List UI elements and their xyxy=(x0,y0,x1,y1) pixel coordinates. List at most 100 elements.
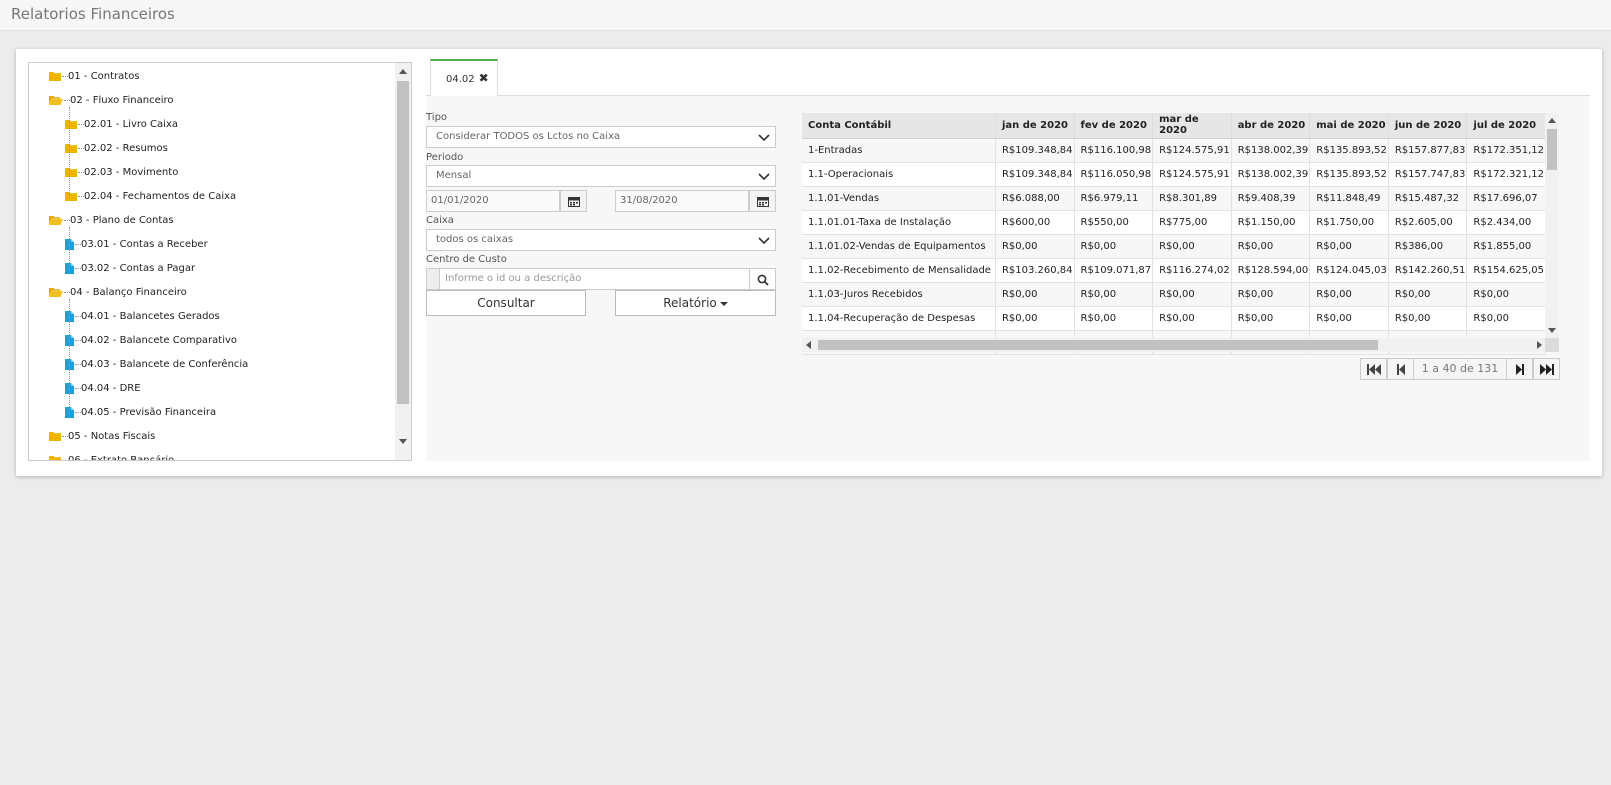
search-button[interactable] xyxy=(749,268,776,290)
tree-item[interactable]: 04.03 - Balancete de Conferência xyxy=(65,355,248,375)
scroll-right-arrow-icon[interactable] xyxy=(1537,341,1542,349)
column-header[interactable]: mar de 2020 xyxy=(1152,113,1232,139)
first-page-button[interactable] xyxy=(1360,358,1387,380)
tree-guide-line xyxy=(69,227,70,269)
table-row[interactable]: 1.1.04-Recuperação de Despesas R$0,00 R$0,… xyxy=(802,306,1546,331)
table-row[interactable]: 1.1.01.01-Taxa de Instalação R$600,00 R$55… xyxy=(802,210,1546,235)
folder-open-icon xyxy=(49,95,63,105)
date-end-input[interactable]: 31/08/2020 xyxy=(615,190,749,212)
caixa-value: todos os caixas xyxy=(436,234,514,245)
value-cell: R$0,00 xyxy=(1388,306,1468,331)
value-cell: R$9.408,39 xyxy=(1231,186,1311,211)
next-page-button[interactable] xyxy=(1506,358,1533,380)
tree-item[interactable]: 02 - Fluxo Financeiro xyxy=(49,91,174,111)
folder-closed-icon xyxy=(65,167,77,177)
prev-page-icon xyxy=(1397,364,1405,375)
periodo-select[interactable]: Mensal xyxy=(426,165,776,187)
tree-item[interactable]: 01 - Contratos xyxy=(49,67,140,87)
grid-vertical-scrollbar[interactable] xyxy=(1545,113,1559,339)
scroll-up-arrow-icon[interactable] xyxy=(1548,118,1556,123)
centro-custo-input[interactable]: Informe o id ou a descrição xyxy=(439,268,750,290)
last-page-button[interactable] xyxy=(1533,358,1560,380)
table-row[interactable]: 1.1.01-Vendas R$6.088,00 R$6.979,11 R$8.301… xyxy=(802,186,1546,211)
column-header[interactable]: mai de 2020 xyxy=(1309,113,1389,139)
tab-bar: 04.02 ✖ xyxy=(426,59,1590,96)
date-start-calendar-button[interactable] xyxy=(560,190,587,212)
value-cell: R$0,00 xyxy=(995,306,1075,331)
tree-item[interactable]: 04.04 - DRE xyxy=(65,379,141,399)
tree-item-label: 02.04 - Fechamentos de Caixa xyxy=(84,191,237,202)
column-header[interactable]: jul de 2020 xyxy=(1466,113,1546,139)
tree-item[interactable]: 04.02 - Balancete Comparativo xyxy=(65,331,237,351)
tree-item[interactable]: 05 - Notas Fiscais xyxy=(49,427,155,447)
tree-item[interactable]: 02.02 - Resumos xyxy=(65,139,168,159)
value-cell: R$0,00 xyxy=(1309,234,1389,259)
value-cell: R$124.575,91 xyxy=(1152,138,1232,163)
value-cell: R$154.625,05 xyxy=(1466,258,1546,283)
value-cell: R$386,00 xyxy=(1388,234,1468,259)
value-cell: R$138.002,39 xyxy=(1231,162,1311,187)
tree-item[interactable]: 02.04 - Fechamentos de Caixa xyxy=(65,187,236,207)
grid-hscroll-thumb[interactable] xyxy=(818,340,1378,350)
value-cell: R$135.893,52 xyxy=(1309,138,1389,163)
caixa-select[interactable]: todos os caixas xyxy=(426,229,776,251)
periodo-label: Periodo xyxy=(426,152,464,163)
scroll-down-arrow-icon[interactable] xyxy=(1548,328,1556,333)
scroll-left-arrow-icon[interactable] xyxy=(806,341,811,349)
column-header[interactable]: jun de 2020 xyxy=(1388,113,1468,139)
tree-item-label: 04.01 - Balancetes Gerados xyxy=(81,311,220,322)
tree-item[interactable]: 04.05 - Previsão Financeira xyxy=(65,403,216,423)
value-cell: R$1.855,00 xyxy=(1466,234,1546,259)
date-end-calendar-button[interactable] xyxy=(749,190,776,212)
value-cell: R$116.050,98 xyxy=(1074,162,1154,187)
column-header[interactable]: fev de 2020 xyxy=(1074,113,1154,139)
date-start-input[interactable]: 01/01/2020 xyxy=(426,190,560,212)
tree-item[interactable]: 02.01 - Livro Caixa xyxy=(65,115,178,135)
value-cell: R$157.747,83 xyxy=(1388,162,1468,187)
table-row[interactable]: 1.1.03-Juros Recebidos R$0,00 R$0,00 R$0,00… xyxy=(802,282,1546,307)
close-icon[interactable]: ✖ xyxy=(479,71,489,85)
tab-content: Tipo Considerar TODOS os Lctos no Caixa … xyxy=(426,96,1590,461)
table-row[interactable]: 1-Entradas R$109.348,84 R$116.100,98 R$124.… xyxy=(802,138,1546,163)
tipo-select[interactable]: Considerar TODOS os Lctos no Caixa xyxy=(426,126,776,148)
value-cell: R$142.260,51 xyxy=(1388,258,1468,283)
prev-page-button[interactable] xyxy=(1387,358,1414,380)
tree-scrollbar[interactable] xyxy=(395,63,411,460)
grid-horizontal-scrollbar[interactable] xyxy=(802,338,1546,352)
scroll-down-arrow-icon[interactable] xyxy=(399,439,407,444)
relatorio-dropdown-button[interactable]: Relatório xyxy=(615,290,776,316)
tree-item[interactable]: 03.01 - Contas a Receber xyxy=(65,235,208,255)
column-header[interactable]: abr de 2020 xyxy=(1231,113,1311,139)
value-cell: R$775,00 xyxy=(1152,210,1232,235)
tree-item[interactable]: 03 - Plano de Contas xyxy=(49,211,174,231)
search-icon xyxy=(757,274,769,286)
grid-vscroll-thumb[interactable] xyxy=(1547,129,1557,170)
tree-item[interactable]: 03.02 - Contas a Pagar xyxy=(65,259,195,279)
scroll-up-arrow-icon[interactable] xyxy=(399,69,407,74)
tree-item-label: 02.03 - Movimento xyxy=(84,167,179,178)
page-title: Relatorios Financeiros xyxy=(11,5,175,23)
table-row[interactable]: 1.1.01.02-Vendas de Equipamentos R$0,00 R$… xyxy=(802,234,1546,259)
chevron-down-icon xyxy=(758,134,770,142)
report-table: Conta Contábil jan de 2020 fev de 2020 mar … xyxy=(802,113,1546,355)
tree-item-label: 04.03 - Balancete de Conferência xyxy=(81,359,249,370)
tab-0402[interactable]: 04.02 ✖ xyxy=(430,59,498,96)
account-cell: 1.1.01.01-Taxa de Instalação xyxy=(802,210,996,235)
tree-scroll-thumb[interactable] xyxy=(397,81,409,404)
table-row[interactable]: 1.1.02-Recebimento de Mensalidade R$103.2… xyxy=(802,258,1546,283)
folder-closed-icon xyxy=(49,431,61,441)
tree-item-label: 02.02 - Resumos xyxy=(84,143,168,154)
table-row[interactable]: 1.1-Operacionais R$109.348,84 R$116.050,98… xyxy=(802,162,1546,187)
account-cell: 1.1.02-Recebimento de Mensalidade xyxy=(802,258,996,283)
chevron-down-icon xyxy=(758,237,770,245)
column-header[interactable]: Conta Contábil xyxy=(802,113,996,139)
account-cell: 1.1.01.02-Vendas de Equipamentos xyxy=(802,234,996,259)
tree-item[interactable]: 02.03 - Movimento xyxy=(65,163,178,183)
value-cell: R$172.351,12 xyxy=(1466,138,1546,163)
consultar-button[interactable]: Consultar xyxy=(426,290,586,316)
tree-item[interactable]: 04.01 - Balancetes Gerados xyxy=(65,307,220,327)
tree-item[interactable]: 06 - Extrato Bancário xyxy=(49,451,174,460)
value-cell: R$2.434,00 xyxy=(1466,210,1546,235)
column-header[interactable]: jan de 2020 xyxy=(995,113,1075,139)
value-cell: R$0,00 xyxy=(1466,282,1546,307)
